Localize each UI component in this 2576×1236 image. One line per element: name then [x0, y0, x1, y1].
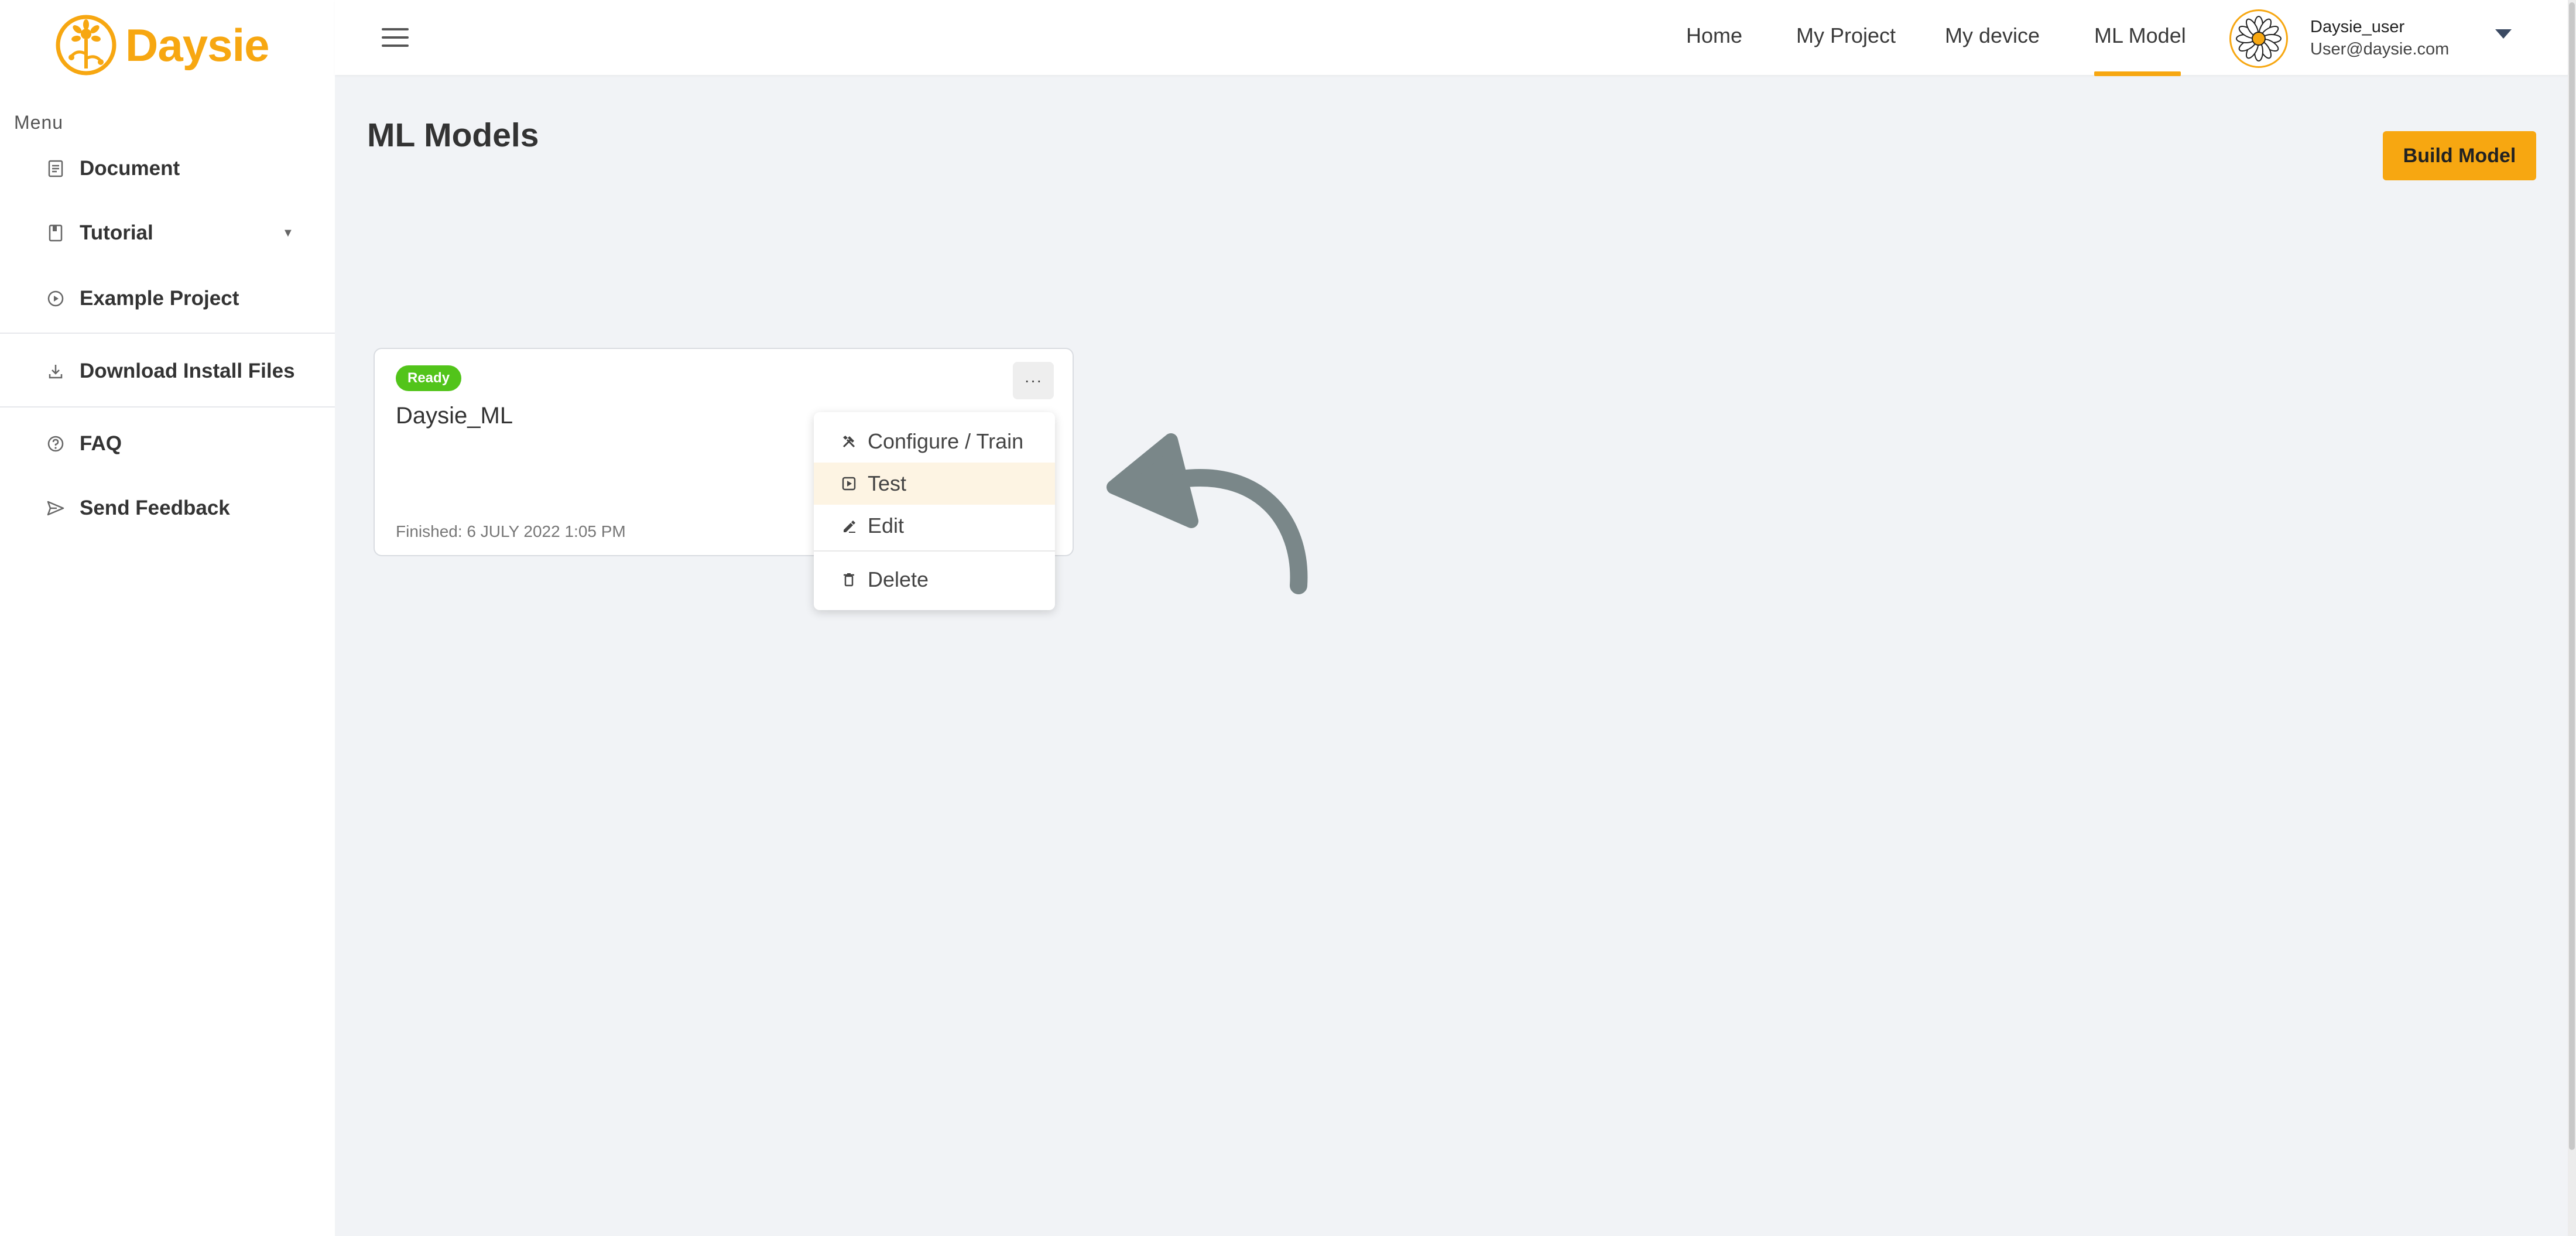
- menu-item-configure-train[interactable]: Configure / Train: [814, 420, 1055, 463]
- menu-item-label: Delete: [868, 567, 929, 591]
- menu-item-test[interactable]: Test: [814, 463, 1055, 505]
- brand-logo[interactable]: Daysie: [54, 11, 270, 80]
- send-icon: [46, 498, 66, 518]
- daysie-logo-icon: [56, 15, 117, 76]
- question-circle-icon: [46, 434, 66, 454]
- menu-item-delete[interactable]: Delete: [814, 559, 1055, 601]
- download-icon: [46, 361, 66, 381]
- menu-item-label: Edit: [868, 513, 905, 537]
- sidebar-item-label: Send Feedback: [80, 497, 230, 519]
- nav-my-project[interactable]: My Project: [1796, 23, 1896, 48]
- sidebar-item-label: FAQ: [80, 432, 122, 455]
- test-icon: [841, 475, 857, 492]
- brand-name: Daysie: [125, 19, 270, 71]
- sidebar-item-document[interactable]: Document: [0, 139, 335, 198]
- sidebar-divider: [0, 333, 335, 334]
- model-name: Daysie_ML: [396, 403, 513, 429]
- user-menu-dropdown-icon[interactable]: [2495, 29, 2512, 39]
- sidebar-item-send-feedback[interactable]: Send Feedback: [0, 479, 335, 537]
- page-scrollbar[interactable]: [2568, 0, 2576, 1236]
- sidebar-item-download-install-files[interactable]: Download Install Files: [0, 342, 335, 400]
- nav-ml-model[interactable]: ML Model: [2094, 23, 2186, 48]
- sidebar-item-example-project[interactable]: Example Project: [0, 269, 335, 328]
- hamburger-menu-icon[interactable]: [382, 28, 409, 47]
- sidebar-item-label: Document: [80, 157, 180, 180]
- tools-icon: [841, 433, 857, 450]
- edit-icon: [841, 518, 857, 534]
- daisy-avatar-icon: [2236, 16, 2282, 61]
- menu-item-edit[interactable]: Edit: [814, 505, 1055, 547]
- page-title: ML Models: [367, 117, 539, 154]
- build-model-button[interactable]: Build Model: [2383, 131, 2536, 180]
- trash-icon: [841, 571, 857, 588]
- model-actions-menu: Configure / Train Test Edit Delete: [814, 412, 1055, 610]
- menu-caption: Menu: [14, 112, 64, 133]
- sidebar: Daysie Menu Document Tutorial ▼ Example …: [0, 0, 335, 1236]
- ellipsis-icon: ···: [1024, 371, 1043, 389]
- menu-item-label: Test: [868, 471, 907, 495]
- nav-my-device[interactable]: My device: [1945, 23, 2040, 48]
- sidebar-item-faq[interactable]: FAQ: [0, 415, 335, 473]
- user-name: Daysie_user: [2310, 18, 2405, 36]
- scrollbar-thumb[interactable]: [2569, 2, 2575, 1150]
- sidebar-divider: [0, 406, 335, 408]
- user-email: User@daysie.com: [2310, 40, 2450, 59]
- more-options-button[interactable]: ···: [1013, 362, 1054, 399]
- sidebar-item-label: Tutorial: [80, 221, 153, 244]
- chevron-down-icon[interactable]: ▼: [282, 227, 294, 240]
- top-navbar: Home My Project My device ML Model Daysi…: [335, 0, 2576, 76]
- sidebar-item-tutorial[interactable]: Tutorial ▼: [0, 204, 335, 262]
- curved-arrow-annotation-icon: [1107, 433, 1308, 594]
- book-icon: [46, 223, 66, 243]
- active-nav-indicator: [2094, 71, 2181, 76]
- status-badge: Ready: [396, 365, 462, 391]
- document-icon: [46, 159, 66, 179]
- nav-home[interactable]: Home: [1686, 23, 1742, 48]
- finished-timestamp: Finished: 6 JULY 2022 1:05 PM: [396, 522, 626, 540]
- sidebar-item-label: Download Install Files: [80, 359, 295, 382]
- play-circle-icon: [46, 289, 66, 309]
- avatar[interactable]: [2229, 9, 2288, 68]
- menu-divider: [814, 550, 1055, 552]
- menu-item-label: Configure / Train: [868, 429, 1024, 453]
- sidebar-item-label: Example Project: [80, 287, 239, 310]
